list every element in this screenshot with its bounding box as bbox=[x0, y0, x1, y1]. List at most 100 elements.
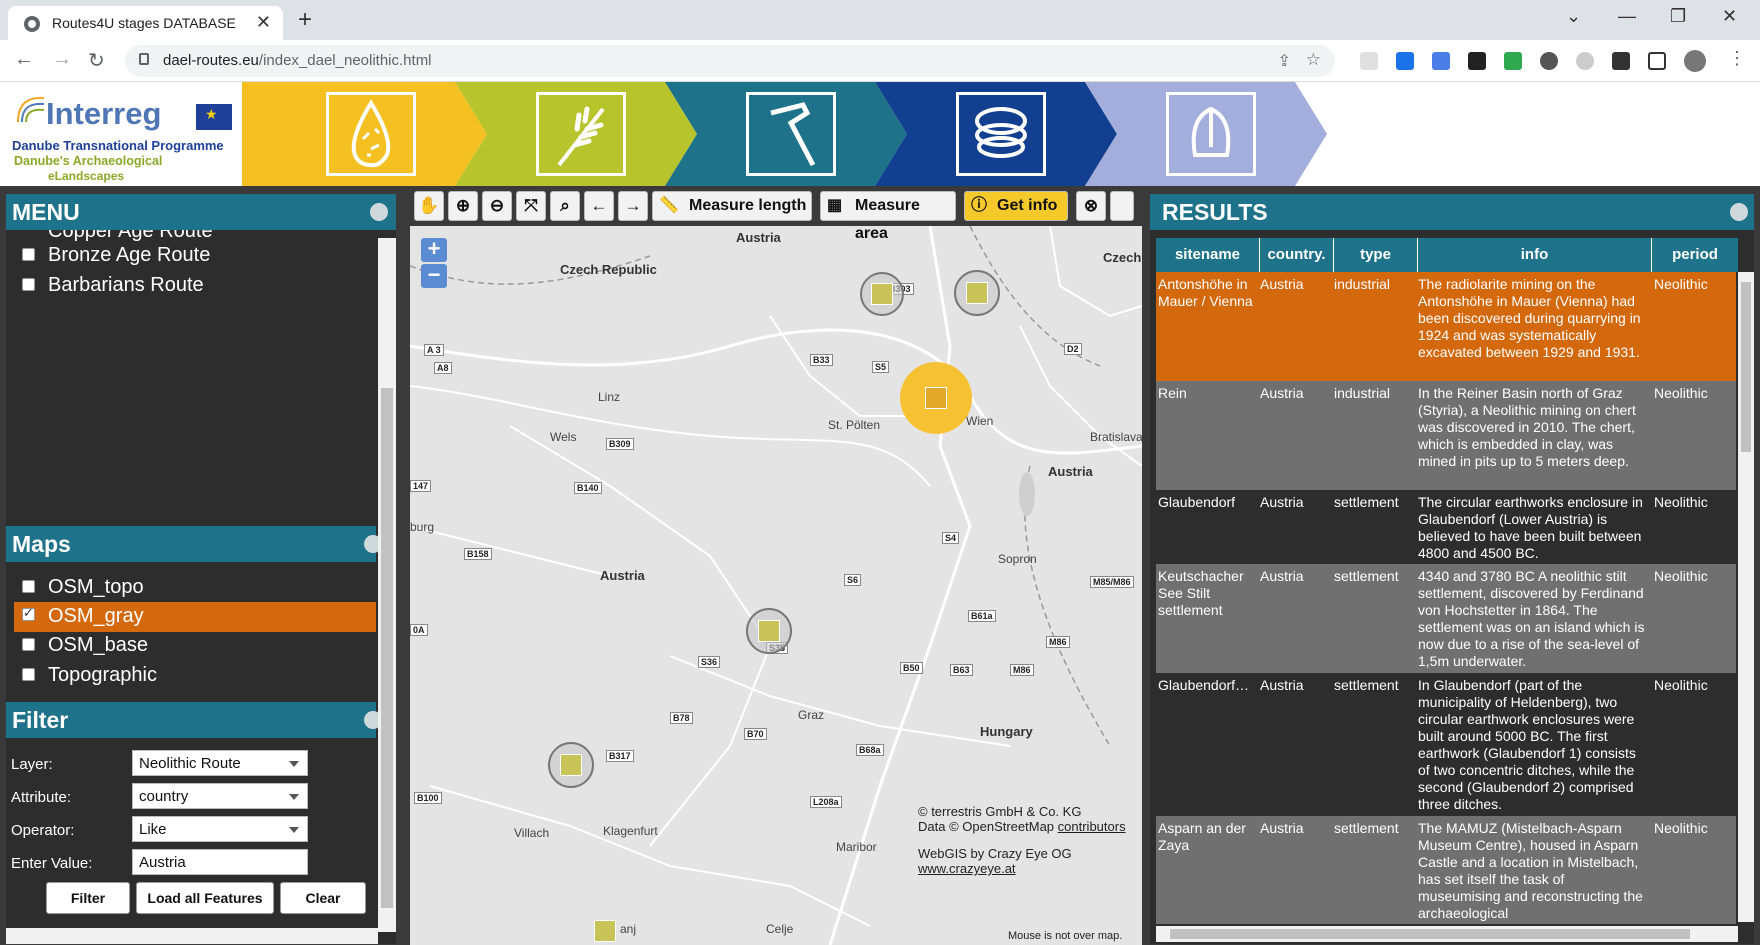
map-topographic-label[interactable]: Topographic bbox=[48, 664, 157, 687]
zoom-out-tool-icon[interactable]: ⊖ bbox=[482, 191, 512, 221]
site-cluster-marker[interactable] bbox=[860, 272, 904, 316]
layer-select[interactable]: Neolithic Route bbox=[132, 750, 308, 776]
get-info-button[interactable]: ⓘ Get info bbox=[964, 191, 1068, 221]
map-osm-base-label[interactable]: OSM_base bbox=[48, 634, 148, 657]
selected-site-marker[interactable] bbox=[900, 362, 972, 434]
wheat-icon bbox=[536, 92, 626, 176]
zoom-box-icon[interactable]: ⌕ bbox=[550, 191, 580, 221]
attribute-select[interactable]: country bbox=[132, 783, 308, 809]
pan-hand-icon[interactable]: ✋ bbox=[414, 191, 444, 221]
route-copper-label[interactable]: Copper Age Route bbox=[48, 230, 213, 243]
route-bronze-label[interactable]: Bronze Age Route bbox=[48, 244, 210, 267]
road-label: S36 bbox=[698, 656, 721, 668]
forward-arrow-icon[interactable]: → bbox=[52, 48, 72, 71]
table-row[interactable]: Keutschacher See Stilt settlement Austria… bbox=[1156, 564, 1736, 673]
cap-extension-icon[interactable] bbox=[1396, 52, 1414, 70]
zoom-in-tool-icon[interactable]: ⊕ bbox=[448, 191, 478, 221]
collapse-results-icon[interactable] bbox=[1730, 203, 1748, 221]
menu-horizontal-scrollbar[interactable] bbox=[6, 928, 378, 944]
table-row[interactable]: Glaubendorf Austria settlement The circular… bbox=[1156, 490, 1736, 564]
scroll-thumb[interactable] bbox=[1741, 282, 1751, 452]
profile-avatar[interactable] bbox=[1684, 50, 1706, 72]
logo-swirl-icon bbox=[17, 96, 45, 123]
site-cluster-marker[interactable] bbox=[746, 608, 792, 654]
clear-selection-icon[interactable]: ⊗ bbox=[1076, 191, 1106, 221]
col-header-info[interactable]: info bbox=[1418, 238, 1652, 272]
col-header-period[interactable]: period bbox=[1652, 238, 1738, 272]
road-label: M86 bbox=[1046, 636, 1070, 648]
col-header-sitename[interactable]: sitename bbox=[1156, 238, 1260, 272]
tab-list-button[interactable]: ⌄ bbox=[1566, 6, 1581, 27]
translate-extension-icon[interactable] bbox=[1432, 52, 1450, 70]
bookmark-star-icon[interactable]: ☆ bbox=[1306, 50, 1321, 70]
route-barbarians-label[interactable]: Barbarians Route bbox=[48, 274, 204, 297]
clear-button[interactable]: Clear bbox=[280, 882, 366, 914]
map-osm-topo-label[interactable]: OSM_topo bbox=[48, 576, 144, 599]
map-topographic-checkbox[interactable] bbox=[22, 668, 35, 681]
scroll-thumb[interactable] bbox=[1170, 929, 1690, 939]
refresh-extension-icon[interactable] bbox=[1540, 52, 1558, 70]
site-cluster-marker[interactable] bbox=[954, 270, 1000, 316]
map-osm-base-checkbox[interactable] bbox=[22, 638, 35, 651]
zoom-out-button[interactable]: − bbox=[421, 264, 447, 288]
toolbar-more-icon[interactable] bbox=[1110, 191, 1134, 221]
tab-close-button[interactable]: ✕ bbox=[256, 12, 271, 33]
evernote-extension-icon[interactable] bbox=[1504, 52, 1522, 70]
new-tab-button[interactable]: + bbox=[298, 6, 312, 34]
results-vertical-scrollbar[interactable] bbox=[1738, 272, 1754, 922]
site-pin-icon[interactable] bbox=[594, 920, 616, 942]
minimize-button[interactable]: — bbox=[1618, 6, 1636, 27]
load-all-features-button[interactable]: Load all Features bbox=[136, 882, 274, 914]
cell-country: Austria bbox=[1260, 677, 1304, 693]
capture-extension-icon[interactable] bbox=[1468, 52, 1486, 70]
cell-info: 4340 and 3780 BC A neolithic stilt settl… bbox=[1418, 568, 1645, 669]
zoom-in-button[interactable]: + bbox=[421, 238, 447, 262]
route-bronze-checkbox[interactable] bbox=[22, 248, 35, 261]
table-row[interactable]: Antonshöhe in Mauer / Vienna Austria indus… bbox=[1156, 272, 1736, 381]
share-icon[interactable]: ⇪ bbox=[1278, 51, 1291, 71]
map-osm-gray-checkbox[interactable] bbox=[22, 605, 35, 621]
previous-view-icon[interactable]: ← bbox=[584, 191, 614, 221]
measure-area-button[interactable]: ▦ Measure area bbox=[820, 191, 956, 242]
window-close-button[interactable]: ✕ bbox=[1722, 6, 1737, 27]
table-row[interactable]: Rein Austria industrial In the Reiner Basin… bbox=[1156, 381, 1736, 490]
measure-length-button[interactable]: 📏 Measure length bbox=[652, 191, 812, 221]
crazyeye-link[interactable]: www.crazyeye.at bbox=[918, 861, 1016, 876]
back-arrow-icon[interactable]: ← bbox=[14, 48, 34, 71]
results-horizontal-scrollbar[interactable] bbox=[1156, 926, 1738, 942]
menu-vertical-scrollbar[interactable] bbox=[378, 238, 396, 932]
maximize-button[interactable]: ❐ bbox=[1670, 6, 1686, 27]
road-label: S5 bbox=[872, 361, 890, 373]
kebab-menu-icon[interactable]: ⋮ bbox=[1728, 48, 1746, 69]
url-field[interactable]: dael-routes.eu/index_dael_neolithic.html… bbox=[125, 45, 1335, 77]
map-osm-gray-label[interactable]: OSM_gray bbox=[48, 605, 144, 628]
m-extension-icon[interactable] bbox=[1576, 52, 1594, 70]
cell-period: Neolithic bbox=[1654, 276, 1708, 292]
road-label: B100 bbox=[414, 792, 442, 804]
osm-contributors-link[interactable]: contributors bbox=[1058, 819, 1126, 834]
map-view[interactable]: ✋ ⊕ ⊖ ⤧ ⌕ ← → 📏 Measure length ▦ Measure… bbox=[410, 186, 1142, 945]
map-label-graz: Graz bbox=[798, 708, 825, 722]
zoom-extent-icon[interactable]: ⤧ bbox=[516, 191, 546, 221]
scroll-thumb[interactable] bbox=[381, 388, 393, 908]
next-view-icon[interactable]: → bbox=[618, 191, 648, 221]
table-row[interactable]: Glaubendorf… Austria settlement In Glaubend… bbox=[1156, 673, 1736, 816]
collapse-menu-icon[interactable] bbox=[370, 203, 388, 221]
map-osm-topo-checkbox[interactable] bbox=[22, 580, 35, 593]
map-label-hungary: Hungary bbox=[980, 724, 1033, 739]
road-label: 147 bbox=[410, 480, 432, 492]
side-panel-icon[interactable] bbox=[1648, 52, 1666, 70]
map-label-maribor: Maribor bbox=[836, 840, 877, 854]
browser-tab[interactable]: Routes4U stages DATABASE ✕ bbox=[8, 6, 283, 40]
route-barbarians-checkbox[interactable] bbox=[22, 278, 35, 291]
operator-select[interactable]: Like bbox=[132, 816, 308, 842]
puzzle-extensions-icon[interactable] bbox=[1612, 52, 1630, 70]
site-cluster-marker[interactable] bbox=[548, 742, 594, 788]
value-input[interactable]: Austria bbox=[132, 849, 308, 875]
document-extension-icon[interactable] bbox=[1360, 52, 1378, 70]
filter-button[interactable]: Filter bbox=[46, 882, 130, 914]
col-header-type[interactable]: type bbox=[1334, 238, 1418, 272]
reload-icon[interactable]: ↻ bbox=[88, 48, 105, 73]
col-header-country[interactable]: country. bbox=[1260, 238, 1334, 272]
table-row[interactable]: Asparn an der Zaya Austria settlement The M… bbox=[1156, 816, 1736, 924]
